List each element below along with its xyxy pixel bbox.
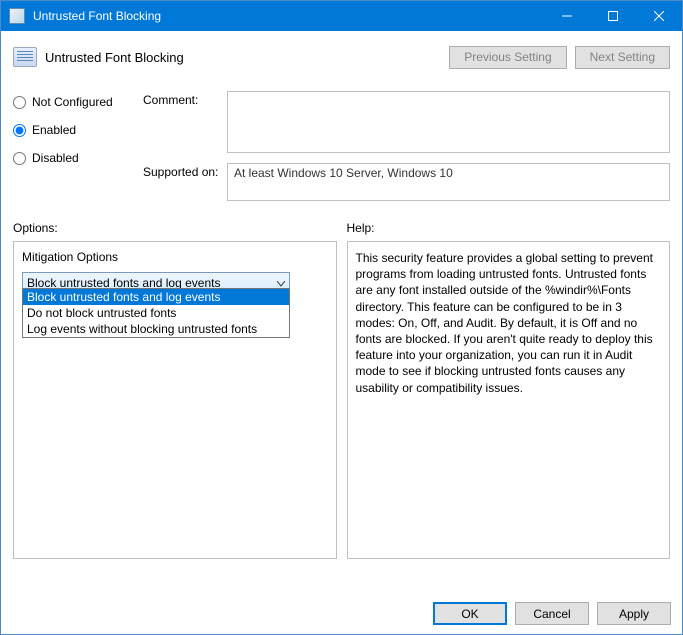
options-panel: Mitigation Options Block untrusted fonts… — [13, 241, 337, 559]
titlebar: Untrusted Font Blocking — [1, 1, 682, 31]
apply-button[interactable]: Apply — [597, 602, 671, 625]
mitigation-options-label: Mitigation Options — [22, 250, 328, 264]
dropdown-item-log-only[interactable]: Log events without blocking untrusted fo… — [23, 321, 289, 337]
radio-disabled[interactable]: Disabled — [13, 151, 143, 165]
close-button[interactable] — [636, 1, 682, 31]
help-panel: This security feature provides a global … — [347, 241, 671, 559]
maximize-button[interactable] — [590, 1, 636, 31]
policy-icon — [13, 47, 37, 67]
dropdown-item-do-not-block[interactable]: Do not block untrusted fonts — [23, 305, 289, 321]
next-setting-button[interactable]: Next Setting — [575, 46, 670, 69]
window-title: Untrusted Font Blocking — [33, 9, 544, 23]
supported-label: Supported on: — [143, 163, 227, 201]
help-text: This security feature provides a global … — [356, 251, 654, 395]
mitigation-options-dropdown: Block untrusted fonts and log events Do … — [22, 288, 290, 338]
options-label: Options: — [13, 221, 337, 235]
ok-button[interactable]: OK — [433, 602, 507, 625]
radio-not-configured[interactable]: Not Configured — [13, 95, 143, 109]
minimize-button[interactable] — [544, 1, 590, 31]
radio-label: Enabled — [32, 123, 76, 137]
comment-label: Comment: — [143, 91, 227, 153]
app-icon — [9, 8, 25, 24]
page-title: Untrusted Font Blocking — [45, 50, 441, 65]
previous-setting-button[interactable]: Previous Setting — [449, 46, 566, 69]
supported-on-text: At least Windows 10 Server, Windows 10 — [227, 163, 670, 201]
comment-input[interactable] — [227, 91, 670, 153]
help-label: Help: — [347, 221, 671, 235]
radio-enabled[interactable]: Enabled — [13, 123, 143, 137]
cancel-button[interactable]: Cancel — [515, 602, 589, 625]
radio-label: Not Configured — [32, 95, 113, 109]
radio-label: Disabled — [32, 151, 79, 165]
dropdown-item-block-and-log[interactable]: Block untrusted fonts and log events — [23, 289, 289, 305]
